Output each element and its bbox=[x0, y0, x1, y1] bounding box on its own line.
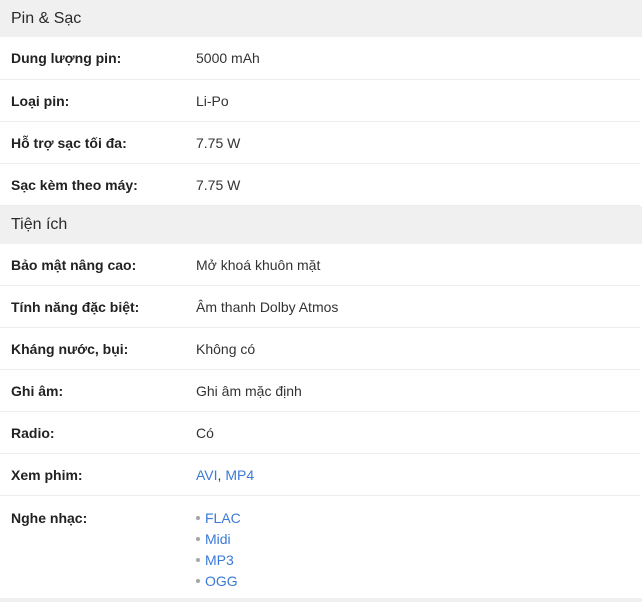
spec-row-voice-recording: Ghi âm: Ghi âm mặc định bbox=[0, 370, 640, 412]
section-title: Pin & Sạc bbox=[11, 9, 82, 27]
video-format-link[interactable]: MP4 bbox=[225, 467, 254, 483]
spec-label: Tính năng đặc biệt: bbox=[11, 298, 140, 315]
section-title: Tiện ích bbox=[11, 216, 68, 233]
spec-label: Loại pin: bbox=[11, 92, 70, 109]
spec-row-battery-capacity: Dung lượng pin: 5000 mAh bbox=[0, 37, 640, 80]
video-format-link[interactable]: AVI bbox=[196, 467, 218, 483]
music-format-link[interactable]: FLAC bbox=[205, 510, 241, 526]
spec-row-max-charging: Hỗ trợ sạc tối đa: 7.75 W bbox=[0, 122, 640, 164]
spec-row-included-charger: Sạc kèm theo máy: 7.75 W bbox=[0, 164, 640, 206]
bullet-icon bbox=[196, 537, 200, 541]
spec-row-music-playback: Nghe nhạc: FLAC Midi MP3 OGG bbox=[0, 496, 640, 598]
music-format-link[interactable]: Midi bbox=[205, 531, 231, 547]
bottom-divider bbox=[0, 598, 642, 602]
spec-label: Radio: bbox=[11, 424, 55, 441]
spec-label: Hỗ trợ sạc tối đa: bbox=[11, 134, 127, 151]
spec-value: 5000 mAh bbox=[196, 50, 260, 66]
spec-row-radio: Radio: Có bbox=[0, 412, 640, 454]
section-utilities-header: Tiện ích bbox=[0, 206, 642, 244]
section-battery-header: Pin & Sạc bbox=[0, 0, 642, 37]
spec-label: Bảo mật nâng cao: bbox=[11, 256, 137, 273]
list-item: OGG bbox=[196, 573, 241, 594]
spec-value: Âm thanh Dolby Atmos bbox=[196, 298, 339, 315]
spec-row-advanced-security: Bảo mật nâng cao: Mở khoá khuôn mặt bbox=[0, 244, 640, 286]
music-format-link[interactable]: OGG bbox=[205, 573, 238, 589]
spec-value: Không có bbox=[196, 340, 256, 357]
spec-value: AVI, MP4 bbox=[196, 467, 254, 483]
list-item: Midi bbox=[196, 531, 241, 552]
spec-value: Ghi âm mặc định bbox=[196, 382, 302, 399]
spec-label: Sạc kèm theo máy: bbox=[11, 176, 138, 193]
bullet-icon bbox=[196, 579, 200, 583]
spec-label: Kháng nước, bụi: bbox=[11, 340, 129, 357]
bullet-icon bbox=[196, 516, 200, 520]
bullet-icon bbox=[196, 558, 200, 562]
spec-value: 7.75 W bbox=[196, 176, 241, 193]
spec-row-special-features: Tính năng đặc biệt: Âm thanh Dolby Atmos bbox=[0, 286, 640, 328]
spec-label: Nghe nhạc: bbox=[11, 510, 88, 526]
spec-value: Có bbox=[196, 424, 214, 441]
spec-label: Xem phim: bbox=[11, 466, 83, 483]
spec-label: Dung lượng pin: bbox=[11, 50, 122, 66]
battery-type-link[interactable]: Li-Po bbox=[196, 93, 229, 109]
music-format-link[interactable]: MP3 bbox=[205, 552, 234, 568]
list-item: FLAC bbox=[196, 510, 241, 531]
list-item: MP3 bbox=[196, 552, 241, 573]
face-unlock-link[interactable]: Mở khoá khuôn mặt bbox=[196, 257, 320, 273]
spec-label: Ghi âm: bbox=[11, 382, 64, 399]
spec-row-battery-type: Loại pin: Li-Po bbox=[0, 80, 640, 122]
spec-row-video-playback: Xem phim: AVI, MP4 bbox=[0, 454, 640, 496]
spec-row-water-dust-resistance: Kháng nước, bụi: Không có bbox=[0, 328, 640, 370]
music-format-list: FLAC Midi MP3 OGG bbox=[196, 510, 241, 594]
spec-value: 7.75 W bbox=[196, 134, 241, 151]
